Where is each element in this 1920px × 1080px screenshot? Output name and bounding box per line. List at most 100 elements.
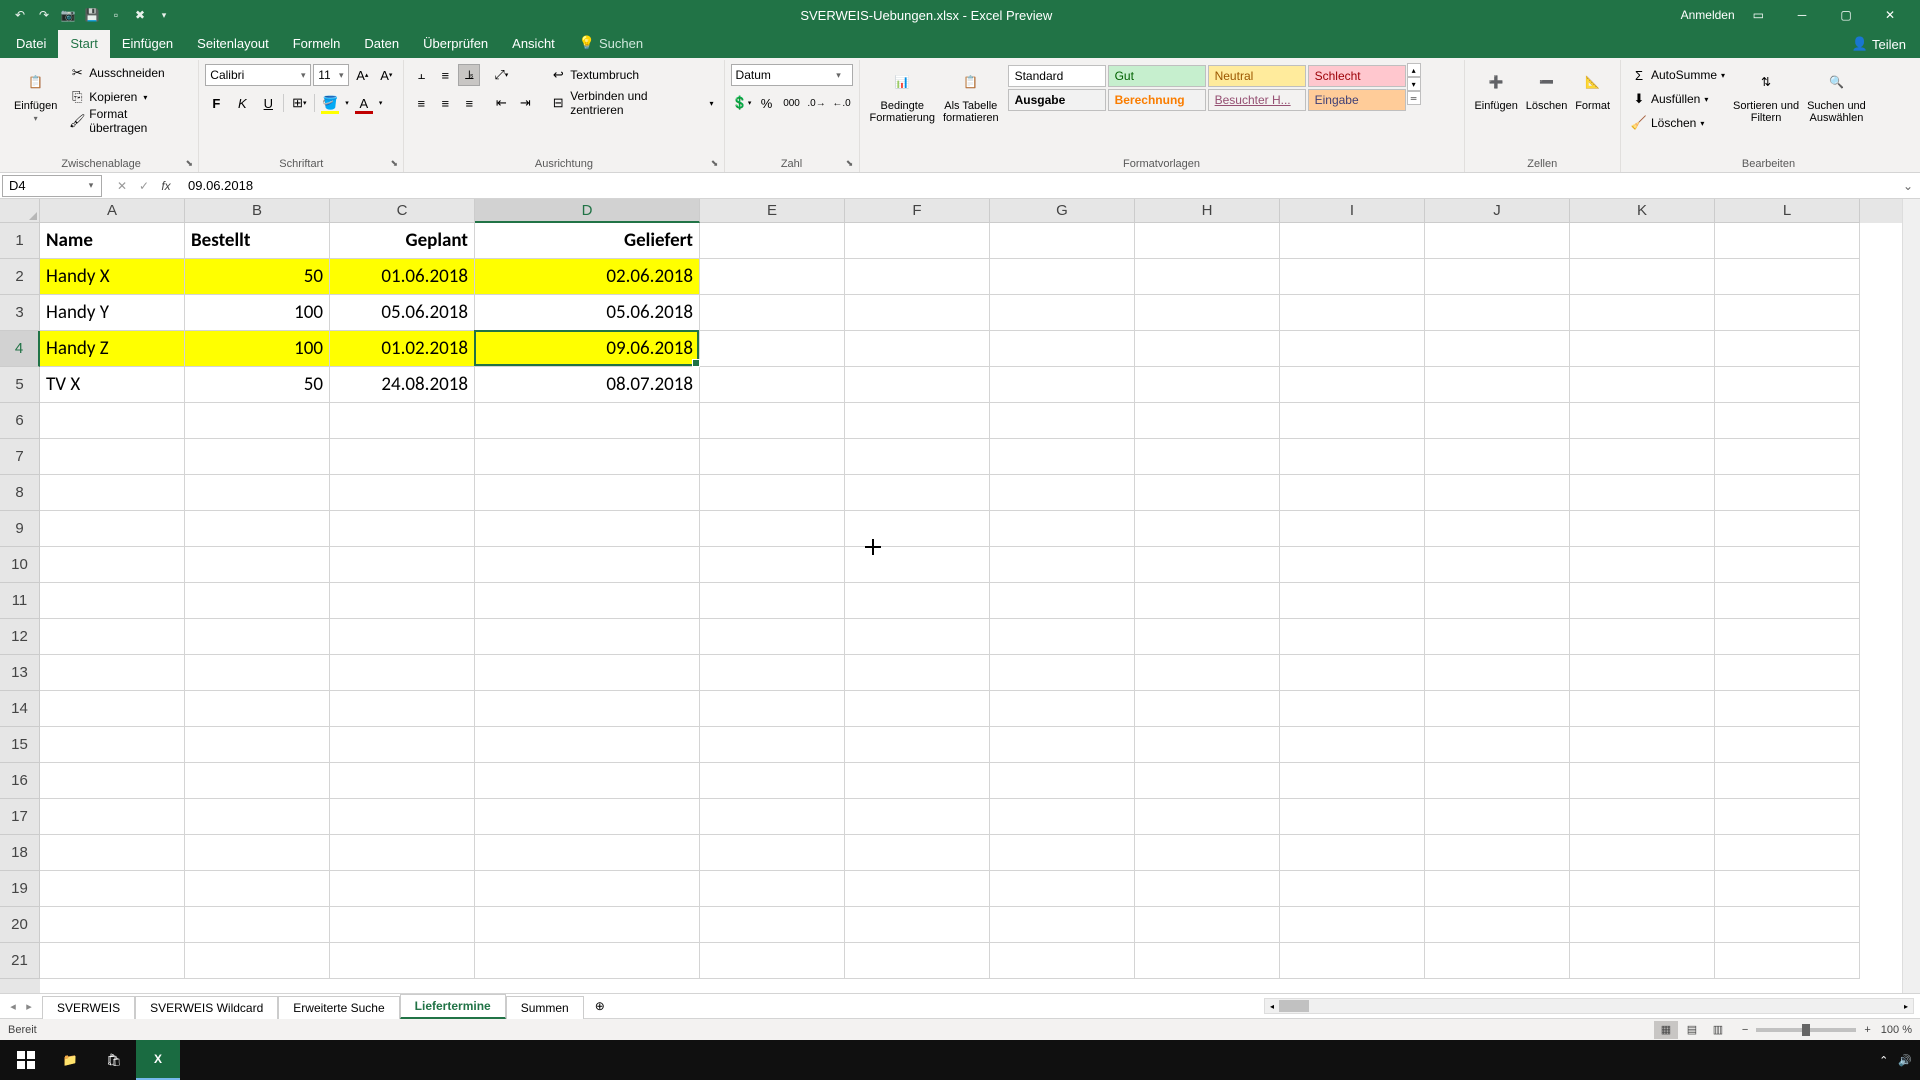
row-header[interactable]: 12 bbox=[0, 619, 40, 655]
cell[interactable] bbox=[330, 943, 475, 979]
cell[interactable] bbox=[1135, 943, 1280, 979]
cell[interactable] bbox=[1715, 907, 1860, 943]
cell[interactable] bbox=[700, 223, 845, 259]
cell[interactable] bbox=[845, 475, 990, 511]
qat-extra-icon[interactable]: ▫ bbox=[108, 7, 124, 23]
sheet-nav-first[interactable]: ◂ bbox=[6, 1000, 20, 1013]
cell[interactable] bbox=[1570, 331, 1715, 367]
cell[interactable] bbox=[990, 223, 1135, 259]
ausfuellen-button[interactable]: ⬇Ausfüllen▾ bbox=[1627, 88, 1729, 110]
horizontal-scrollbar[interactable]: ◂ ▸ bbox=[1264, 998, 1914, 1014]
cell[interactable] bbox=[700, 835, 845, 871]
minimize-button[interactable]: ─ bbox=[1782, 4, 1822, 26]
cell[interactable] bbox=[1715, 691, 1860, 727]
cell[interactable] bbox=[845, 583, 990, 619]
column-header[interactable]: E bbox=[700, 199, 845, 223]
cell[interactable] bbox=[845, 223, 990, 259]
cell[interactable] bbox=[700, 403, 845, 439]
cell[interactable] bbox=[1570, 907, 1715, 943]
sheet-nav-last[interactable]: ▸ bbox=[22, 1000, 36, 1013]
cell[interactable] bbox=[1715, 295, 1860, 331]
zellen-format-button[interactable]: 📐Format bbox=[1571, 62, 1614, 112]
cell[interactable] bbox=[1135, 691, 1280, 727]
name-box[interactable]: ▾ bbox=[2, 175, 102, 197]
cell[interactable] bbox=[185, 439, 330, 475]
thousands-icon[interactable]: 000 bbox=[781, 92, 803, 114]
cell[interactable] bbox=[1570, 727, 1715, 763]
cell[interactable] bbox=[1280, 763, 1425, 799]
tab-formeln[interactable]: Formeln bbox=[281, 30, 353, 58]
cell[interactable] bbox=[1570, 763, 1715, 799]
cell[interactable] bbox=[1570, 367, 1715, 403]
cell[interactable] bbox=[1135, 403, 1280, 439]
textumbruch-button[interactable]: ↩Textumbruch bbox=[546, 64, 717, 86]
cell[interactable] bbox=[40, 475, 185, 511]
cell[interactable] bbox=[1135, 439, 1280, 475]
cell[interactable] bbox=[1280, 691, 1425, 727]
cell[interactable] bbox=[1425, 367, 1570, 403]
cell[interactable] bbox=[1280, 583, 1425, 619]
cell[interactable] bbox=[1715, 547, 1860, 583]
cell[interactable] bbox=[40, 547, 185, 583]
align-center-icon[interactable]: ≡ bbox=[434, 92, 456, 114]
cell[interactable]: Handy X bbox=[40, 259, 185, 295]
cell[interactable] bbox=[1135, 367, 1280, 403]
tab-daten[interactable]: Daten bbox=[352, 30, 411, 58]
cell[interactable] bbox=[990, 907, 1135, 943]
cell[interactable] bbox=[330, 763, 475, 799]
style-gallery-scroller[interactable]: ▴▾═ bbox=[1407, 62, 1423, 106]
column-header[interactable]: H bbox=[1135, 199, 1280, 223]
cell[interactable] bbox=[845, 691, 990, 727]
cell[interactable] bbox=[1135, 475, 1280, 511]
row-header[interactable]: 11 bbox=[0, 583, 40, 619]
cell[interactable] bbox=[1425, 799, 1570, 835]
cell[interactable] bbox=[990, 691, 1135, 727]
cell[interactable] bbox=[1570, 403, 1715, 439]
cell[interactable]: 02.06.2018 bbox=[475, 259, 700, 295]
format-uebertragen-button[interactable]: 🖌Format übertragen bbox=[65, 110, 192, 132]
cell[interactable] bbox=[1135, 619, 1280, 655]
sheet-tab[interactable]: SVERWEIS bbox=[42, 996, 135, 1019]
cell[interactable] bbox=[700, 763, 845, 799]
cell[interactable] bbox=[185, 871, 330, 907]
cell[interactable] bbox=[1715, 799, 1860, 835]
cell[interactable] bbox=[1715, 367, 1860, 403]
align-bottom-icon[interactable]: ⫡ bbox=[458, 64, 480, 86]
cell[interactable] bbox=[1570, 259, 1715, 295]
align-top-icon[interactable]: ⫠ bbox=[410, 64, 432, 86]
cell[interactable] bbox=[845, 547, 990, 583]
row-header[interactable]: 7 bbox=[0, 439, 40, 475]
cell[interactable] bbox=[700, 943, 845, 979]
align-left-icon[interactable]: ≡ bbox=[410, 92, 432, 114]
cell[interactable] bbox=[1280, 439, 1425, 475]
cell[interactable] bbox=[1280, 655, 1425, 691]
cell[interactable] bbox=[185, 511, 330, 547]
column-header[interactable]: G bbox=[990, 199, 1135, 223]
cell[interactable] bbox=[330, 439, 475, 475]
cell[interactable] bbox=[40, 403, 185, 439]
redo-icon[interactable]: ↷ bbox=[36, 7, 52, 23]
decrease-font-icon[interactable]: A▾ bbox=[375, 64, 397, 86]
style-eingabe[interactable]: Eingabe bbox=[1308, 89, 1406, 111]
cell[interactable] bbox=[845, 835, 990, 871]
cell[interactable] bbox=[1715, 511, 1860, 547]
cell[interactable] bbox=[700, 799, 845, 835]
cell[interactable] bbox=[845, 763, 990, 799]
cell[interactable] bbox=[1570, 583, 1715, 619]
cell[interactable] bbox=[845, 655, 990, 691]
cell[interactable] bbox=[1425, 223, 1570, 259]
cell[interactable] bbox=[475, 727, 700, 763]
cell[interactable] bbox=[1135, 907, 1280, 943]
indent-decrease-icon[interactable]: ⇤ bbox=[490, 92, 512, 114]
cell[interactable] bbox=[1425, 583, 1570, 619]
cell[interactable] bbox=[1280, 799, 1425, 835]
cell[interactable] bbox=[1570, 511, 1715, 547]
cell[interactable] bbox=[185, 475, 330, 511]
cell[interactable] bbox=[1135, 331, 1280, 367]
view-page-layout-icon[interactable]: ▤ bbox=[1680, 1021, 1704, 1039]
cell[interactable] bbox=[1715, 403, 1860, 439]
cell[interactable] bbox=[845, 259, 990, 295]
insert-function-icon[interactable]: fx bbox=[158, 179, 174, 193]
row-header[interactable]: 5 bbox=[0, 367, 40, 403]
cell[interactable] bbox=[1280, 943, 1425, 979]
